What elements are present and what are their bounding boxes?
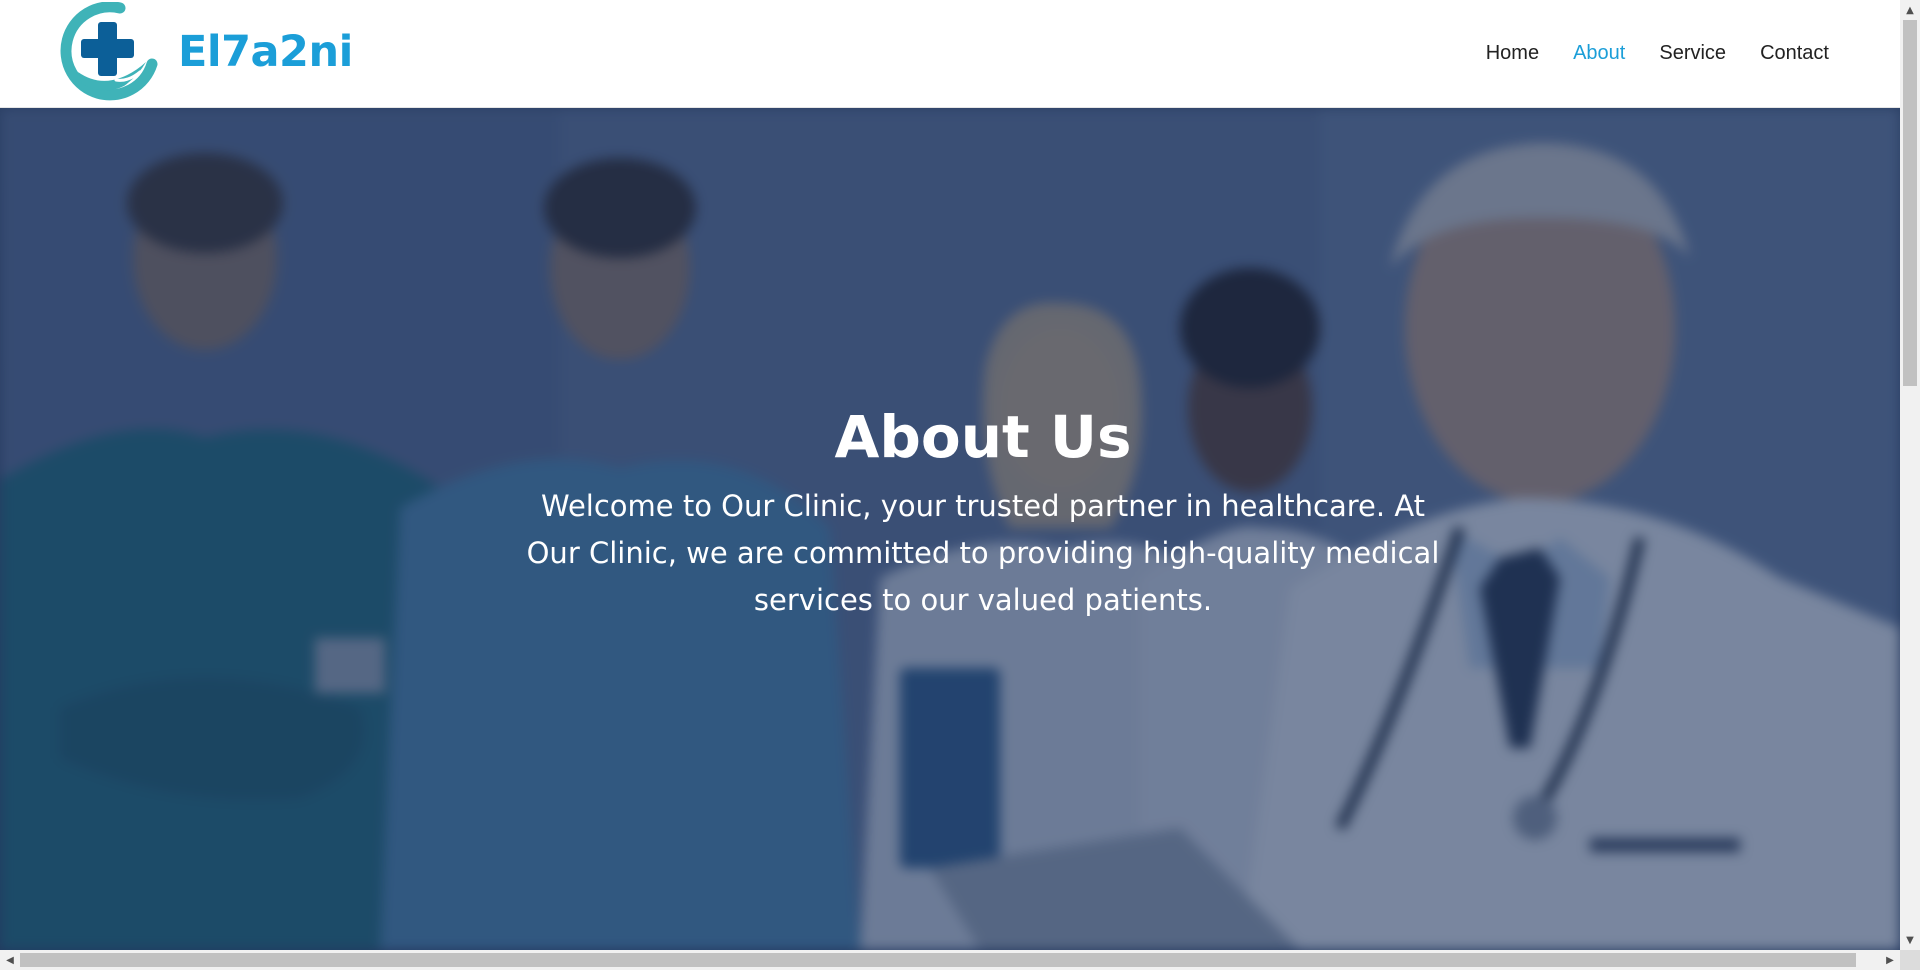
hero-description: Welcome to Our Clinic, your trusted part…: [526, 489, 1440, 618]
medical-cross-hand-icon: [60, 2, 158, 101]
scroll-down-arrow-icon[interactable]: ▼: [1900, 930, 1920, 950]
scroll-left-arrow-icon[interactable]: ◀: [0, 950, 20, 970]
page-title: About Us: [834, 402, 1132, 471]
scrollbar-corner: [1900, 950, 1920, 970]
hero-content: About Us Welcome to Our Clinic, your tru…: [0, 108, 1900, 950]
nav-about-link[interactable]: About: [1573, 42, 1625, 65]
vertical-scrollbar[interactable]: ▲ ▼: [1900, 0, 1920, 950]
horizontal-scrollbar[interactable]: ◀ ▶: [0, 950, 1900, 970]
scroll-right-arrow-icon[interactable]: ▶: [1880, 950, 1900, 970]
main-nav: Home About Service Contact: [1486, 0, 1829, 106]
nav-service-link[interactable]: Service: [1659, 42, 1726, 65]
brand-name: El7a2ni: [178, 27, 353, 77]
horizontal-scroll-thumb[interactable]: [20, 953, 1856, 967]
page-viewport: El7a2ni Home About Service Contact About…: [0, 0, 1900, 950]
about-hero: About Us Welcome to Our Clinic, your tru…: [0, 108, 1900, 950]
scroll-up-arrow-icon[interactable]: ▲: [1900, 0, 1920, 20]
nav-contact-link[interactable]: Contact: [1760, 42, 1829, 65]
vertical-scroll-thumb[interactable]: [1903, 20, 1917, 386]
brand[interactable]: El7a2ni: [58, 2, 353, 102]
nav-home-link[interactable]: Home: [1486, 42, 1539, 65]
site-header: El7a2ni Home About Service Contact: [0, 0, 1900, 108]
